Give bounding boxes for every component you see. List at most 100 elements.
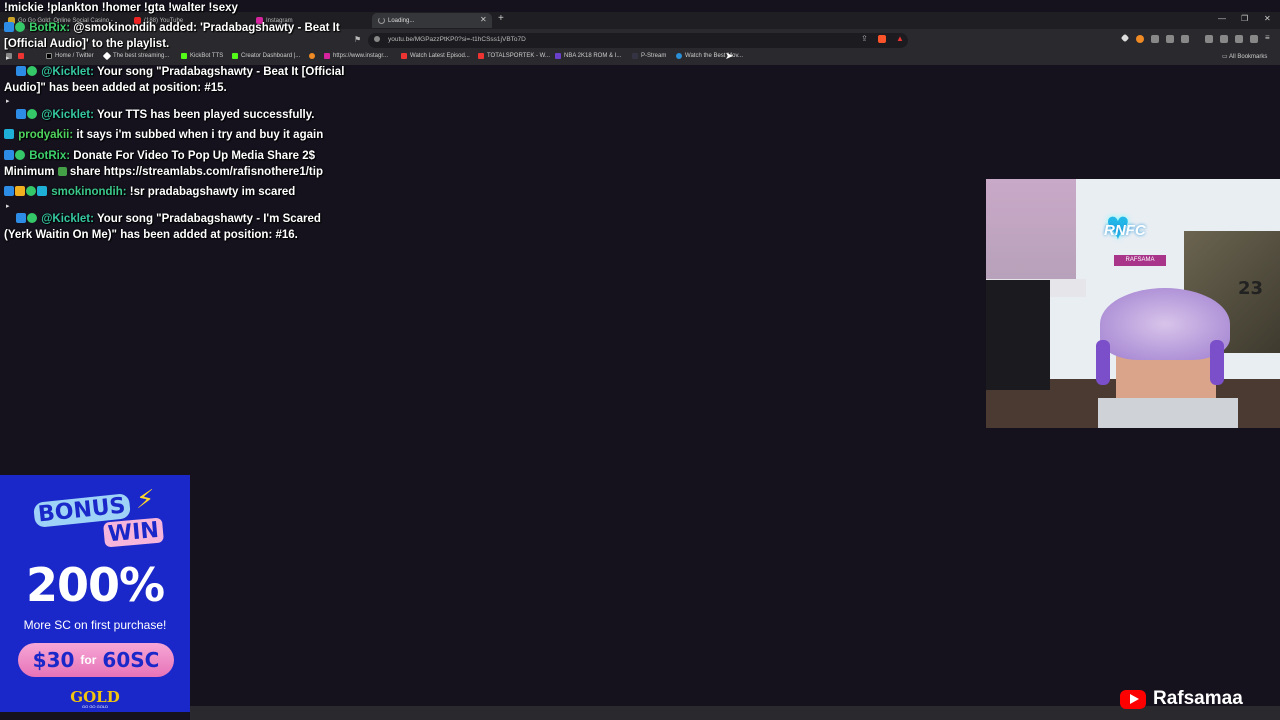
sidebar-icon[interactable] [1205, 35, 1213, 43]
ad-subtitle: More SC on first purchase! [23, 618, 167, 632]
close-tab-icon[interactable]: ✕ [480, 15, 487, 24]
bookmark-episodes[interactable]: Watch Latest Episod... [401, 53, 470, 59]
founder-badge-icon [15, 186, 25, 196]
chat-message: @Kicklet: Your song "Pradabagshawty - Be… [4, 65, 349, 96]
verified-badge-icon [15, 22, 25, 32]
bot-badge-icon [16, 66, 26, 76]
emote-icon [57, 166, 67, 176]
chat-text: share https://streamlabs.com/rafisnother… [69, 165, 323, 178]
bookmark-nba2k18[interactable]: NBA 2K18 ROM & I... [555, 53, 621, 59]
bookmark-icon [555, 53, 561, 59]
verified-badge-icon [26, 186, 36, 196]
youtube-icon [18, 53, 24, 59]
bottom-bar [190, 706, 1280, 720]
bookmark-icon [478, 53, 484, 59]
extension-icon[interactable] [1166, 35, 1174, 43]
bookmark-icon [401, 53, 407, 59]
kick-icon [232, 53, 238, 59]
verified-badge-icon [27, 66, 37, 76]
ad-amount: 60SC [102, 648, 160, 672]
tab-loading[interactable]: Loading... [372, 13, 492, 28]
lightning-bolt-icon: ⚡ [136, 484, 155, 514]
gogogold-logo-sub: GO GO GOLD [81, 704, 108, 709]
menu-icon[interactable]: ≡ [1265, 33, 1273, 42]
bot-badge-icon [16, 213, 26, 223]
bookmark-streaming[interactable]: The best streaming... [102, 51, 169, 61]
bot-badge-icon [4, 186, 14, 196]
bookmark-instagram[interactable]: https://www.instagr... [324, 53, 388, 59]
chat-commands-line: !mickie !plankton !homer !gta !walter !s… [4, 2, 238, 14]
instagram-icon [324, 53, 330, 59]
ad-percent: 200% [25, 558, 165, 612]
chat-separator-icon: ▸ [6, 98, 10, 105]
chat-message: prodyakii: it says i'm subbed when i try… [4, 128, 349, 144]
bot-badge-icon [4, 22, 14, 32]
bookmark-icon [676, 53, 682, 59]
bookmark-creator-dashboard[interactable]: Creator Dashboard |... [232, 53, 300, 59]
bookmark-icon [632, 53, 638, 59]
chat-separator-icon: ▸ [6, 203, 10, 210]
chat-text: !sr pradabagshawty im scared [129, 186, 296, 198]
webcam-wall [986, 179, 1076, 289]
ad-win-text: WIN [103, 517, 164, 548]
extension-icon[interactable] [1151, 35, 1159, 43]
chat-message: BotRix: @smokinondih added: 'Pradabagsha… [4, 21, 349, 52]
subscriber-badge-icon [37, 186, 47, 196]
extension-orange-icon[interactable] [1136, 35, 1144, 43]
url-text[interactable]: youtu.be/MGPazzPtKP0?si=-t1hCSss1jVBTo7D [388, 36, 526, 43]
play-icon [1130, 694, 1139, 704]
vpn-icon[interactable] [1250, 35, 1258, 43]
chat-message: BotRix: Donate For Video To Pop Up Media… [4, 149, 349, 180]
extensions-puzzle-icon[interactable] [1235, 35, 1243, 43]
chat-username: @Kicklet: [41, 109, 94, 121]
all-bookmarks-button[interactable]: ▭ All Bookmarks [1222, 53, 1267, 60]
bookmark-kickbot[interactable]: KickBot TTS [181, 53, 223, 59]
x-icon [46, 53, 52, 59]
jersey-number: 23 [1238, 278, 1264, 299]
name-tag: RAFSAMA [1114, 255, 1166, 266]
mouse-cursor-icon: ➤ [725, 51, 734, 62]
chat-username: BotRix: [29, 22, 71, 34]
extension-icon[interactable] [1181, 35, 1189, 43]
bot-badge-icon [16, 109, 26, 119]
chat-message: @Kicklet: Your TTS has been played succe… [4, 108, 349, 124]
brave-shields-icon[interactable] [878, 35, 886, 43]
streamer-hoodie [1098, 398, 1238, 428]
rewards-icon[interactable]: ▲ [896, 34, 904, 43]
restore-icon[interactable]: ❐ [1241, 14, 1248, 23]
chat-username: @Kicklet: [41, 213, 94, 225]
close-window-icon[interactable]: ✕ [1264, 14, 1271, 23]
diamond-icon [102, 51, 112, 61]
bookmark-page-icon[interactable]: ⚑ [354, 35, 361, 44]
ad-price: $30 [32, 648, 75, 672]
bookmark-icon [309, 53, 315, 59]
bookmark-pstream[interactable]: P-Stream [632, 53, 666, 59]
bookmark-totalsportek[interactable]: TOTALSPORTEK - W... [478, 53, 550, 59]
bookmark-item[interactable] [18, 53, 24, 59]
bookmark-orange[interactable] [309, 53, 315, 59]
wallet-icon[interactable] [1220, 35, 1228, 43]
chat-text: it says i'm subbed when i try and buy it… [76, 129, 324, 141]
headset-icon [1210, 340, 1224, 385]
site-info-icon[interactable] [374, 36, 380, 42]
verified-badge-icon [15, 150, 25, 160]
chat-separator-icon: ▸ [6, 55, 10, 62]
chat-message: @Kicklet: Your song "Pradabagshawty - I'… [4, 212, 349, 243]
chat-message: smokinondih: !sr pradabagshawty im scare… [4, 185, 349, 201]
bookmark-twitter[interactable]: Home / Twitter [46, 53, 94, 59]
chat-username: @Kicklet: [41, 66, 94, 78]
subscriber-badge-icon [4, 129, 14, 139]
loading-spinner-icon [378, 17, 385, 24]
minimize-icon[interactable]: — [1218, 14, 1226, 23]
kick-icon [181, 53, 187, 59]
chat-username: smokinondih: [51, 186, 127, 198]
share-icon[interactable]: ⇪ [861, 34, 868, 43]
ad-for: for [80, 653, 97, 667]
verified-badge-icon [27, 109, 37, 119]
verified-badge-icon [27, 213, 37, 223]
ad-offer-pill: $30 for 60SC [18, 643, 174, 677]
rnfc-logo: RNFC [1104, 222, 1146, 239]
chat-text: Your TTS has been played successfully. [96, 109, 315, 121]
new-tab-icon[interactable]: + [498, 13, 504, 24]
webcam-cabinet [986, 280, 1050, 390]
